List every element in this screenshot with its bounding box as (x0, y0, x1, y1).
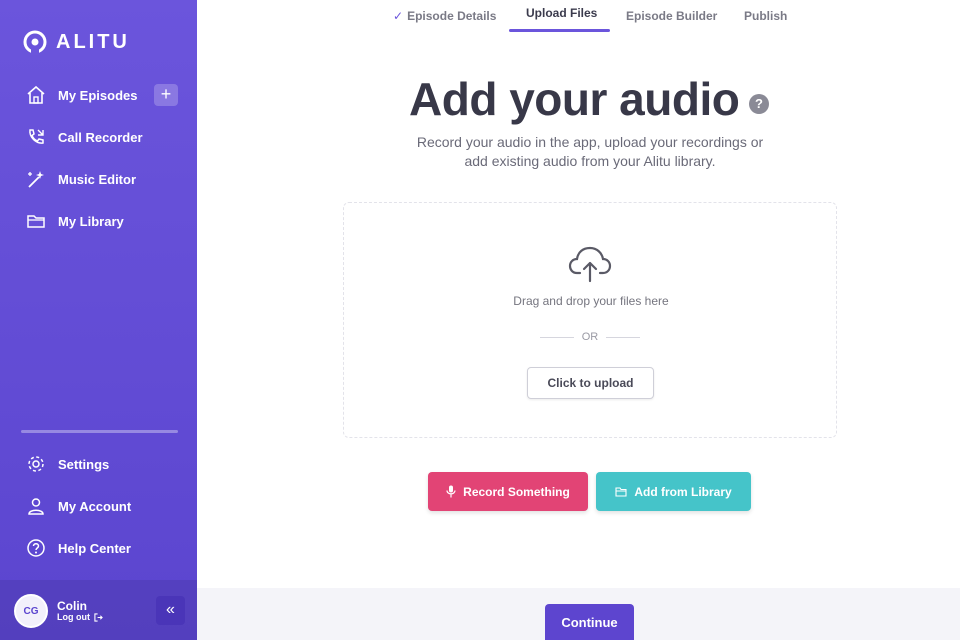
sidebar-item-my-episodes[interactable]: My Episodes (26, 83, 137, 107)
checkmark-icon: ✓ (393, 9, 404, 23)
collapse-sidebar-button[interactable]: « (156, 596, 185, 625)
tab-label: Episode Builder (626, 9, 718, 23)
sidebar-item-label: My Library (58, 213, 124, 229)
or-separator: OR (540, 331, 640, 343)
add-from-library-button[interactable]: Add from Library (596, 472, 751, 511)
or-label: OR (581, 331, 599, 343)
gear-icon (28, 456, 44, 472)
active-tab-indicator (509, 29, 610, 32)
phone-icon (29, 129, 44, 144)
brand-name: ALITU (56, 30, 130, 53)
sidebar-item-label: My Episodes (58, 87, 138, 103)
subtitle-line-2: add existing audio from your Alitu libra… (464, 153, 716, 169)
folder-icon (615, 487, 627, 497)
folder-icon (27, 215, 45, 228)
sidebar-item-label: Help Center (58, 540, 131, 556)
sidebar-item-label: My Account (58, 498, 132, 514)
page-title: Add your audio (409, 73, 740, 125)
separator-line (540, 336, 574, 338)
footer-bar: Continue (197, 588, 960, 640)
sidebar-item-label: Settings (58, 456, 110, 472)
sidebar-item-my-library[interactable]: My Library (26, 209, 124, 233)
continue-button[interactable]: Continue (545, 604, 634, 640)
tab-label: Episode Details (407, 9, 497, 23)
separator-line (606, 336, 640, 338)
sidebar-item-label: Call Recorder (58, 129, 143, 145)
file-dropzone[interactable]: Drag and drop your files here OR Click t… (343, 202, 837, 438)
click-to-upload-button[interactable]: Click to upload (527, 367, 654, 399)
tab-upload-files[interactable]: Upload Files (526, 6, 597, 20)
sidebar-divider (21, 430, 178, 433)
tab-label: Upload Files (526, 6, 598, 20)
tab-publish[interactable]: Publish (744, 9, 787, 23)
library-label: Add from Library (634, 484, 732, 499)
tab-episode-details[interactable]: ✓ Episode Details (393, 9, 496, 23)
sidebar-item-label: Music Editor (58, 171, 137, 187)
main-content: ✓ Episode Details Upload Files Episode Bu… (197, 0, 960, 640)
help-circle-icon (27, 539, 45, 557)
subtitle-line-1: Record your audio in the app, upload you… (416, 134, 764, 150)
user-panel: CG Colin Log out « (0, 580, 197, 640)
wand-icon (28, 171, 44, 188)
sidebar-item-my-account[interactable]: My Account (26, 494, 131, 518)
alitu-logo-icon (23, 30, 47, 55)
sidebar-item-settings[interactable]: Settings (26, 452, 109, 476)
logout-icon (94, 612, 103, 622)
record-something-button[interactable]: Record Something (428, 472, 588, 511)
tab-label: Publish (744, 9, 788, 23)
sidebar: ALITU My Episodes + Call Recorder Music … (0, 0, 197, 640)
logout-link[interactable]: Log out (57, 612, 103, 622)
page-subtitle: Record your audio in the app, upload you… (387, 133, 793, 171)
home-icon (27, 85, 45, 104)
brand-logo[interactable]: ALITU (22, 29, 130, 55)
avatar[interactable]: CG (14, 594, 48, 628)
cloud-upload-icon (568, 246, 612, 283)
sidebar-item-music-editor[interactable]: Music Editor (26, 167, 136, 191)
drag-drop-text: Drag and drop your files here (513, 294, 669, 308)
record-label: Record Something (463, 484, 570, 499)
add-episode-button[interactable]: + (154, 84, 178, 106)
microphone-icon (446, 485, 456, 498)
logout-label: Log out (57, 612, 90, 622)
sidebar-item-help-center[interactable]: Help Center (26, 536, 131, 560)
tab-episode-builder[interactable]: Episode Builder (626, 9, 717, 23)
user-name: Colin (57, 599, 87, 613)
step-tabs: ✓ Episode Details Upload Files Episode Bu… (197, 0, 960, 32)
user-icon (28, 498, 44, 515)
app-window: ALITU My Episodes + Call Recorder Music … (0, 0, 960, 640)
sidebar-item-call-recorder[interactable]: Call Recorder (26, 125, 143, 149)
help-icon[interactable]: ? (749, 94, 769, 114)
